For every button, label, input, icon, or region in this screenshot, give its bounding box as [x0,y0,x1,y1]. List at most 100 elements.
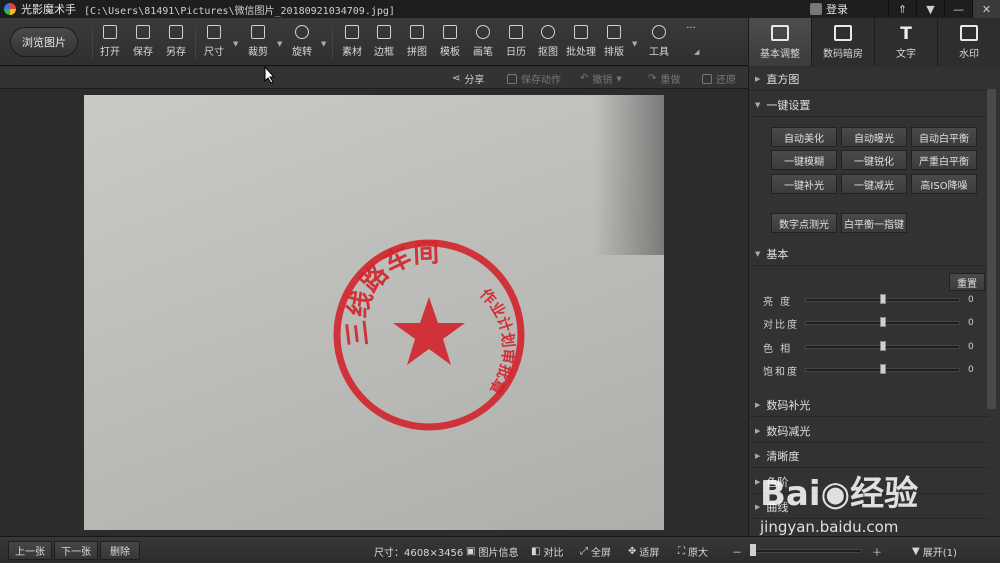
material-button[interactable]: 素材 [335,25,369,61]
original-size-icon: ⛶ [678,546,685,557]
zoom-slider-thumb[interactable] [750,544,756,556]
save-action-icon [507,73,517,84]
panel-scrollbar[interactable] [987,89,996,409]
share-icon: ⋖ [452,73,461,84]
resize-dropdown-icon[interactable]: ▼ [233,40,238,48]
photo-preview[interactable]: 三线路车间 作业计划审批章 [84,95,664,530]
crop-button[interactable]: 裁剪 [241,25,275,61]
action-bar: ⋖ 分享 保存动作 ↶ 撤销 ▼ ↷ 重做 还原 [0,67,748,89]
open-button[interactable]: 打开 [93,25,127,61]
saturation-slider[interactable]: 饱和度 0 [763,363,978,378]
app-logo-icon [4,3,16,15]
cutout-button[interactable]: 抠图 [531,25,565,61]
redo-button[interactable]: ↷ 重做 [648,71,680,86]
crop-dropdown-icon[interactable]: ▼ [277,40,282,48]
next-image-button[interactable]: 下一张 [54,541,98,560]
auto-exposure-button[interactable]: 自动曝光 [841,127,907,147]
info-icon: ▣ [466,546,476,557]
layout-dropdown-icon[interactable]: ▼ [632,40,637,48]
one-key-reduce-light-button[interactable]: 一键减光 [841,174,907,194]
tab-watermark[interactable]: 水印 [937,18,1000,66]
section-one-key[interactable]: ▼ 一键设置 [749,93,989,117]
image-info-button[interactable]: ▣ 图片信息 [466,544,518,559]
slider-thumb[interactable] [880,364,886,374]
previous-image-button[interactable]: 上一张 [8,541,52,560]
strong-white-balance-button[interactable]: 严重白平衡 [911,150,977,170]
section-basic[interactable]: ▼ 基本 [749,242,989,266]
expand-down-icon: ▼ [912,546,920,557]
spot-metering-button[interactable]: 数字点测光 [771,213,837,233]
collage-button[interactable]: 拼图 [400,25,434,61]
zoom-out-button[interactable]: － [732,544,742,559]
tab-basic-adjust[interactable]: 基本调整 [748,18,811,66]
template-icon [443,25,457,39]
brush-icon [476,25,490,39]
hue-slider[interactable]: 色 相 0 [763,340,978,355]
slider-thumb[interactable] [880,317,886,327]
share-button[interactable]: ⋖ 分享 [452,71,484,86]
cutout-icon [541,25,555,39]
toolbar-divider [332,26,333,58]
auto-beautify-button[interactable]: 自动美化 [771,127,837,147]
section-histogram[interactable]: ▶ 直方图 [749,67,989,91]
pin-icon[interactable]: ⇑ [888,0,916,18]
minimize-icon[interactable]: — [944,0,972,18]
restore-button[interactable]: 还原 [702,71,736,86]
delete-button[interactable]: 删除 [100,541,140,560]
tab-digital-darkroom[interactable]: 数码暗房 [811,18,874,66]
tools-icon [652,25,666,39]
resize-button[interactable]: 尺寸 [197,25,231,61]
save-as-button[interactable]: 另存 [159,25,193,61]
right-panel-tabs: 基本调整 数码暗房 T 文字 水印 [748,18,1000,66]
brightness-slider[interactable]: 亮 度 0 [763,293,978,308]
camera-icon [834,24,852,41]
fit-screen-icon: ✥ [628,546,637,557]
section-reduce-light[interactable]: ▶ 数码减光 [749,419,989,443]
baidu-jingyan-watermark: Bai◉经验 jingyan.baidu.com [760,456,960,546]
restore-icon[interactable]: ▼ [916,0,944,18]
one-key-sharpen-button[interactable]: 一键锐化 [841,150,907,170]
watermark-url: jingyan.baidu.com [760,518,899,536]
brush-button[interactable]: 画笔 [466,25,500,61]
save-button[interactable]: 保存 [126,25,160,61]
more-button[interactable]: ··· [674,23,708,59]
layout-icon [607,25,621,39]
compare-button[interactable]: ◧ 对比 [531,544,563,559]
fit-screen-button[interactable]: ✥ 适屏 [628,544,659,559]
undo-button[interactable]: ↶ 撤销 ▼ [580,71,622,86]
high-iso-denoise-button[interactable]: 高ISO降噪 [911,174,977,194]
rotate-dropdown-icon[interactable]: ▼ [321,40,326,48]
file-path: [C:\Users\81491\Pictures\微信图片_2018092103… [84,5,395,17]
slider-thumb[interactable] [880,341,886,351]
border-button[interactable]: 边框 [367,25,401,61]
zoom-slider[interactable] [752,549,862,553]
section-fill-light[interactable]: ▶ 数码补光 [749,393,989,417]
layout-button[interactable]: 排版 [597,25,631,61]
save-action-button[interactable]: 保存动作 [507,71,561,86]
original-size-button[interactable]: ⛶ 原大 [678,544,708,559]
batch-button[interactable]: 批处理 [564,25,598,61]
browse-images-button[interactable]: 浏览图片 [10,27,78,57]
close-icon[interactable]: ✕ [972,0,1000,18]
white-balance-picker-button[interactable]: 白平衡一指键 [841,213,907,233]
fullscreen-button[interactable]: ⤢ 全屏 [580,544,611,559]
login-button[interactable]: 登录 [810,0,848,18]
slider-thumb[interactable] [880,294,886,304]
rotate-button[interactable]: 旋转 [285,25,319,61]
mouse-cursor-icon [264,66,276,84]
one-key-blur-button[interactable]: 一键模糊 [771,150,837,170]
undo-dropdown-icon[interactable]: ▼ [616,75,621,83]
auto-white-balance-button[interactable]: 自动白平衡 [911,127,977,147]
calendar-button[interactable]: 日历 [499,25,533,61]
tools-button[interactable]: 工具 [642,25,676,61]
toolbar-expand-icon[interactable]: ◢ [694,48,699,56]
one-key-fill-light-button[interactable]: 一键补光 [771,174,837,194]
tab-text[interactable]: T 文字 [874,18,937,66]
watermark-icon [960,24,978,41]
expand-filmstrip-button[interactable]: ▼ 展开(1) [912,544,957,559]
user-icon [810,3,822,15]
template-button[interactable]: 模板 [433,25,467,61]
reset-button[interactable]: 重置 [949,273,985,291]
zoom-in-button[interactable]: ＋ [872,544,882,559]
contrast-slider[interactable]: 对比度 0 [763,316,978,331]
